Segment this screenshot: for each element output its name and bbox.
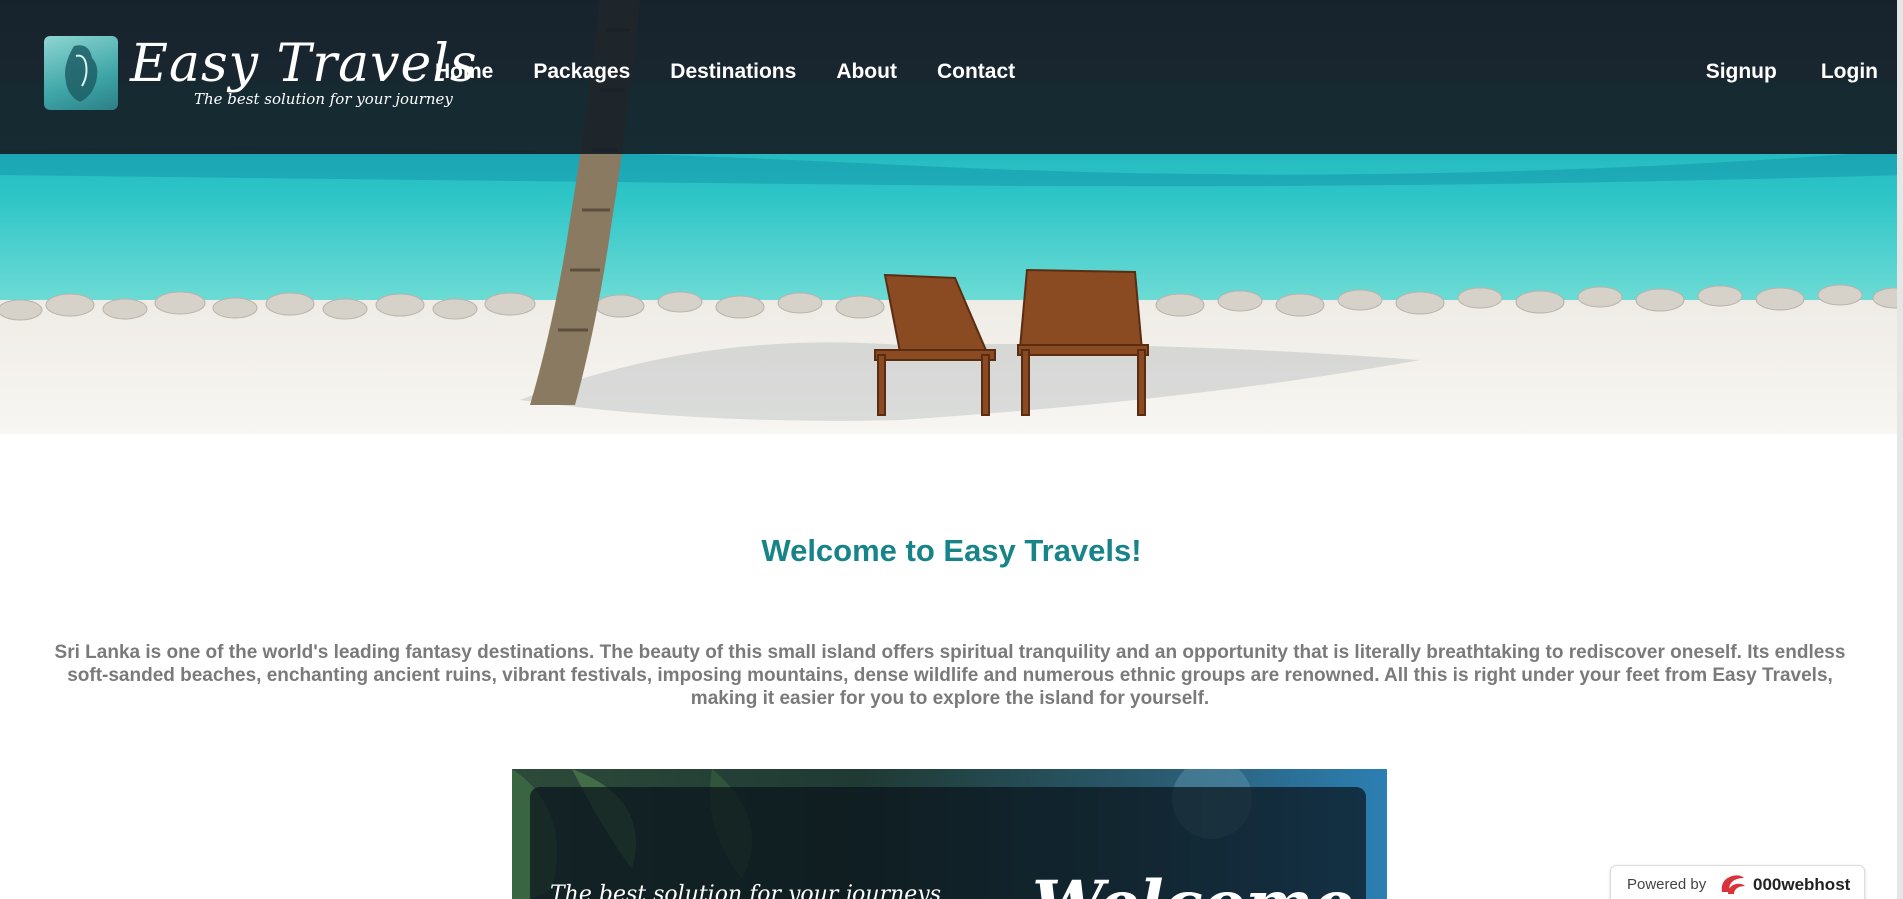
top-navbar: Easy Travels The best solution for your …	[0, 0, 1903, 154]
nav-link-destinations[interactable]: Destinations	[670, 60, 796, 84]
welcome-heading: Welcome to Easy Travels!	[761, 532, 1142, 568]
nav-link-packages[interactable]: Packages	[533, 60, 630, 84]
signup-link[interactable]: Signup	[1706, 60, 1777, 84]
brand-name: Easy Travels	[130, 34, 478, 94]
hero-banner: Easy Travels The best solution for your …	[0, 0, 1903, 434]
nav-link-contact[interactable]: Contact	[937, 60, 1015, 84]
promo-headline: Welcome	[1032, 867, 1354, 899]
page-scrollbar[interactable]	[1897, 0, 1903, 899]
powered-by-badge[interactable]: Powered by 000webhost	[1610, 865, 1865, 899]
intro-paragraph: Sri Lanka is one of the world's leading …	[54, 642, 1846, 709]
webhost-name: 000webhost	[1753, 875, 1851, 894]
account-nav: Signup Login	[1706, 60, 1878, 84]
main-nav: Home Packages Destinations About Contact	[435, 60, 1015, 84]
webhost-logo-icon	[1718, 872, 1748, 899]
promo-tagline: The best solution for your journeys	[550, 882, 942, 899]
site-logo[interactable]: Easy Travels The best solution for your …	[44, 34, 477, 116]
nav-link-about[interactable]: About	[836, 60, 897, 84]
powered-by-label: Powered by	[1627, 876, 1707, 893]
lion-emblem-icon	[44, 36, 118, 110]
page: Easy Travels The best solution for your …	[0, 0, 1903, 899]
brand-tagline: The best solution for your journey	[194, 90, 453, 108]
nav-link-home[interactable]: Home	[435, 60, 493, 84]
promo-banner-image: The best solution for your journeys Welc…	[512, 769, 1387, 899]
login-link[interactable]: Login	[1821, 60, 1878, 84]
